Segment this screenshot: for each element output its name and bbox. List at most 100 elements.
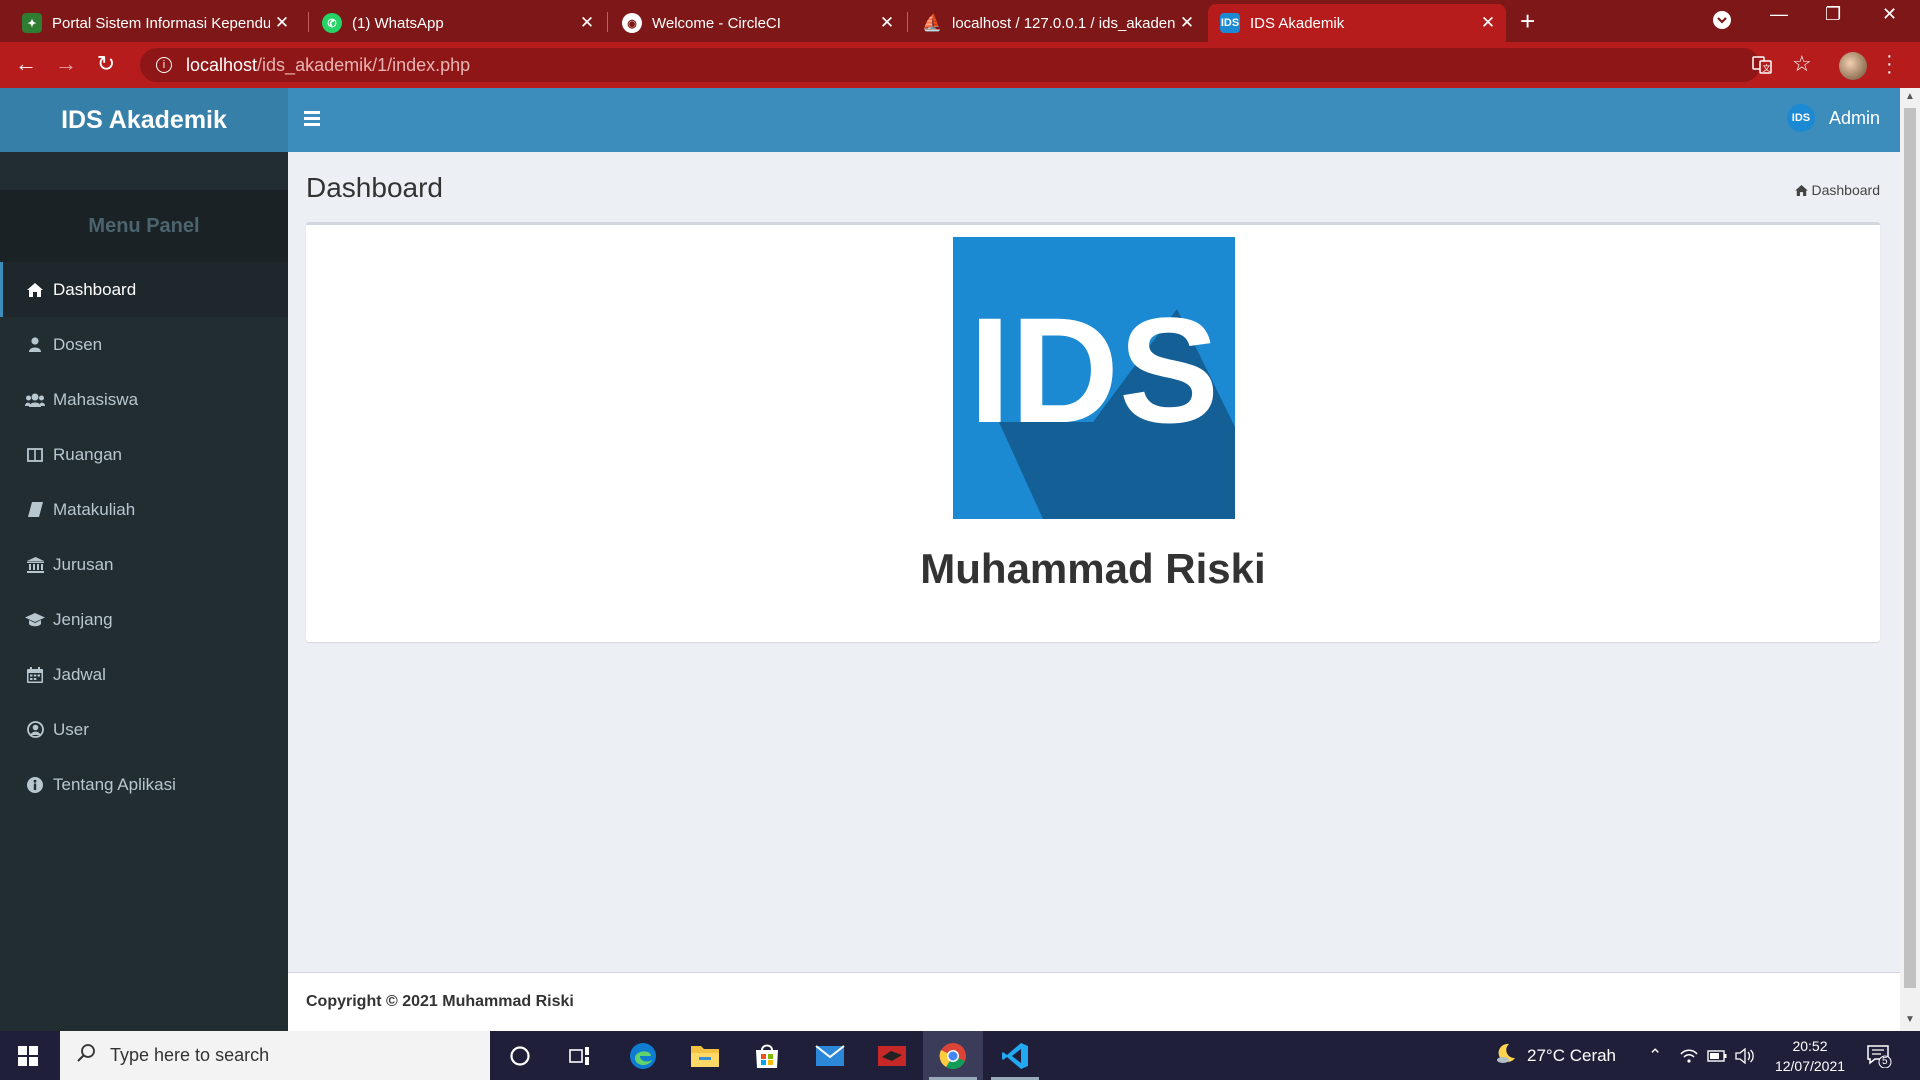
ids-akademik-app: IDS Akademik IDS Admin Menu Panel Dashbo… (0, 88, 1900, 1031)
minimize-icon[interactable]: — (1770, 4, 1788, 25)
breadcrumb[interactable]: Dashboard (1794, 182, 1881, 198)
close-tab-icon[interactable]: ✕ (1175, 13, 1199, 33)
browser-tab-phpmyadmin[interactable]: ⛵ localhost / 127.0.0.1 / ids_akaden ✕ (910, 4, 1205, 42)
mail-icon[interactable] (800, 1031, 860, 1080)
browser-tab-circleci[interactable]: ◉ Welcome - CircleCI ✕ (610, 4, 905, 42)
close-tab-icon[interactable]: ✕ (875, 13, 899, 33)
close-tab-icon[interactable]: ✕ (270, 13, 294, 33)
search-icon (76, 1043, 96, 1068)
scrollbar-thumb[interactable] (1904, 108, 1916, 988)
search-placeholder: Type here to search (110, 1045, 270, 1065)
file-explorer-icon[interactable] (675, 1031, 735, 1080)
back-icon[interactable]: ← (12, 51, 40, 77)
user-name: Admin (1828, 107, 1880, 128)
battery-icon[interactable] (1707, 1031, 1727, 1080)
microsoft-store-icon[interactable] (737, 1031, 797, 1080)
notification-center-icon[interactable]: 5 (1866, 1031, 1892, 1080)
main-content: Dashboard Dashboard IDS Muhammad Riski (288, 152, 1900, 972)
close-window-icon[interactable]: ✕ (1882, 4, 1897, 25)
user-icon (25, 337, 45, 352)
user-circle-icon (25, 721, 45, 738)
url-host: localhost (186, 54, 258, 75)
sidebar-item-dashboard[interactable]: Dashboard (0, 262, 288, 317)
tab-separator (308, 12, 309, 32)
windows-taskbar: Type here to search 27°C Cerah ⌃ 20:52 1… (0, 1031, 1920, 1080)
weather-widget[interactable]: 27°C Cerah (1495, 1031, 1616, 1080)
sidebar-item-label: Dosen (53, 334, 103, 354)
top-navbar: IDS Admin (288, 88, 1900, 152)
sidebar-item-jadwal[interactable]: Jadwal (0, 647, 288, 702)
show-hidden-icons-icon[interactable]: ⌃ (1648, 1031, 1662, 1080)
browser-toolbar: ← → ↻ i localhost/ids_akademik/1/index.p… (0, 42, 1920, 88)
portal-favicon-icon: ✦ (22, 13, 42, 33)
weather-text: 27°C Cerah (1527, 1045, 1617, 1065)
browser-menu-icon[interactable]: · · · (1886, 46, 1893, 82)
wifi-icon[interactable] (1680, 1031, 1698, 1080)
reload-icon[interactable]: ↻ (92, 51, 120, 77)
scroll-down-icon[interactable]: ▼ (1905, 1014, 1915, 1025)
forward-icon[interactable]: → (52, 51, 80, 77)
tab-separator (607, 12, 608, 32)
page-scrollbar[interactable]: ▲ ▼ (1900, 88, 1920, 1031)
browser-tab-ids-akademik[interactable]: IDS IDS Akademik ✕ (1208, 4, 1506, 42)
site-info-icon[interactable]: i (156, 57, 172, 73)
chrome-icon[interactable] (923, 1031, 983, 1080)
calendar-icon (25, 666, 45, 683)
sidebar-item-label: Jadwal (53, 664, 106, 684)
sidebar-item-dosen[interactable]: Dosen (0, 317, 288, 372)
tab-title: (1) WhatsApp (352, 14, 444, 32)
address-bar[interactable]: i localhost/ids_akademik/1/index.php (140, 48, 1760, 82)
notification-count: 5 (1882, 1056, 1888, 1067)
browser-tab-whatsapp[interactable]: ✆ (1) WhatsApp ✕ (310, 4, 605, 42)
app-logo[interactable]: IDS Akademik (0, 88, 288, 152)
edge-icon[interactable] (613, 1031, 673, 1080)
taskbar-search-input[interactable]: Type here to search (60, 1031, 490, 1080)
dashboard-box: IDS Muhammad Riski (306, 222, 1880, 642)
remote-app-icon[interactable] (862, 1031, 922, 1080)
institution-icon (25, 556, 45, 573)
menu-panel-header: Menu Panel (0, 190, 288, 262)
graduation-cap-icon (25, 612, 45, 627)
clock-date: 12/07/2021 (1774, 1058, 1846, 1074)
sidebar-item-matakuliah[interactable]: Matakuliah (0, 482, 288, 537)
tab-title: localhost / 127.0.0.1 / ids_akaden (952, 14, 1175, 32)
tab-separator (907, 12, 908, 32)
sidebar-item-label: Tentang Aplikasi (53, 774, 176, 794)
restore-icon[interactable]: ❐ (1825, 4, 1841, 25)
bookmark-star-icon[interactable]: ☆ (1792, 51, 1812, 77)
windows-start-icon[interactable] (18, 1046, 38, 1066)
browser-tab-portal[interactable]: ✦ Portal Sistem Informasi Kependu ✕ (10, 4, 300, 42)
task-view-icon[interactable] (550, 1031, 610, 1080)
owner-name: Muhammad Riski (920, 545, 1266, 592)
new-tab-icon[interactable]: + (1520, 6, 1535, 37)
home-icon (25, 282, 45, 297)
close-tab-icon[interactable]: ✕ (1476, 13, 1500, 33)
vscode-icon[interactable] (985, 1031, 1045, 1080)
sidebar-item-label: Ruangan (53, 444, 123, 464)
taskbar-clock[interactable]: 20:52 12/07/2021 (1760, 1036, 1860, 1076)
translate-icon[interactable]: 文 (1752, 55, 1772, 81)
tab-search-icon[interactable] (1712, 10, 1732, 35)
close-tab-icon[interactable]: ✕ (575, 13, 599, 33)
sidebar-item-jurusan[interactable]: Jurusan (0, 537, 288, 592)
cortana-icon[interactable] (490, 1031, 550, 1080)
sidebar-item-label: Mahasiswa (53, 389, 139, 409)
sidebar-toggle-icon[interactable] (304, 108, 330, 130)
moon-weather-icon (1495, 1042, 1517, 1069)
sidebar-item-label: Jurusan (53, 554, 114, 574)
info-circle-icon (25, 776, 45, 793)
columns-icon (25, 447, 45, 462)
sidebar-item-jenjang[interactable]: Jenjang (0, 592, 288, 647)
user-menu[interactable]: IDS Admin (1786, 104, 1880, 132)
volume-icon[interactable] (1735, 1031, 1755, 1080)
sidebar-item-user[interactable]: User (0, 702, 288, 757)
sidebar-item-tentang-aplikasi[interactable]: Tentang Aplikasi (0, 757, 288, 812)
breadcrumb-label: Dashboard (1811, 182, 1881, 198)
sidebar-item-ruangan[interactable]: Ruangan (0, 427, 288, 482)
profile-avatar[interactable] (1839, 52, 1867, 80)
tab-title: IDS Akademik (1250, 14, 1345, 32)
scroll-up-icon[interactable]: ▲ (1905, 91, 1915, 102)
tab-title: Welcome - CircleCI (652, 14, 781, 32)
ids-logo: IDS (953, 237, 1235, 519)
sidebar-item-mahasiswa[interactable]: Mahasiswa (0, 372, 288, 427)
